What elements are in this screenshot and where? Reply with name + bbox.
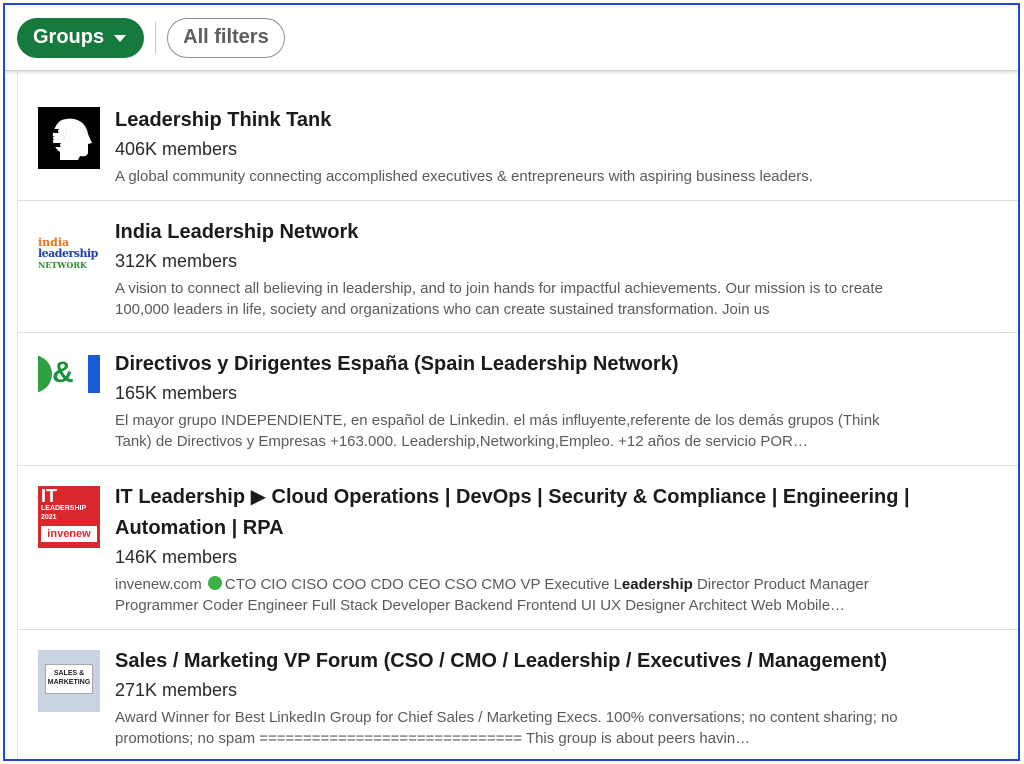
filter-divider <box>155 21 157 54</box>
member-count: 165K members <box>115 383 238 403</box>
logo-text-year: 2021 <box>41 514 57 521</box>
result-info: India Leadership Network 312K members A … <box>115 217 918 320</box>
description-highlight: eadership <box>621 576 693 593</box>
all-filters-button[interactable]: All filters <box>167 17 285 58</box>
group-description: Award Winner for Best LinkedIn Group for… <box>115 709 898 747</box>
list-item: Leadership Think Tank 406K members A glo… <box>18 72 1018 201</box>
logo-text-it: IT <box>41 486 57 506</box>
list-item: SALES & MARKETING Sales / Marketing VP F… <box>18 630 1018 759</box>
all-filters-label: All filters <box>183 26 269 48</box>
logo-blue-bar <box>88 355 100 393</box>
filter-bar: Groups All filters <box>5 5 1018 71</box>
group-description: A global community connecting accomplish… <box>115 168 813 185</box>
group-title[interactable]: Leadership Think Tank <box>115 105 918 136</box>
results-list: Leadership Think Tank 406K members A glo… <box>17 72 1018 759</box>
list-item: IT LEADERSHIP 2021 invenew IT Leadership… <box>18 466 1018 630</box>
logo-text-marketing: MARKETING <box>47 679 91 686</box>
member-count: 406K members <box>115 139 238 159</box>
logo-text-network: NETWORK <box>38 260 87 270</box>
logo-d-shape <box>38 355 52 393</box>
logo-text-sales: SALES & <box>53 670 85 677</box>
result-info: Sales / Marketing VP Forum (CSO / CMO / … <box>115 646 918 749</box>
list-item: india leadership NETWORK India Leadershi… <box>18 201 1018 333</box>
it-leadership-logo[interactable]: IT LEADERSHIP 2021 invenew <box>38 486 100 548</box>
group-title[interactable]: Sales / Marketing VP Forum (CSO / CMO / … <box>115 646 918 677</box>
logo-ampersand: & <box>52 356 74 389</box>
directivos-dirigentes-logo[interactable]: & <box>38 352 100 414</box>
member-count: 312K members <box>115 251 238 271</box>
caret-down-icon <box>114 35 127 42</box>
logo-card: SALES & MARKETING <box>45 664 93 694</box>
description-text: CTO CIO CISO COO CDO CEO CSO CMO VP Exec… <box>224 576 622 593</box>
logo-text-invenew: invenew <box>41 526 97 542</box>
group-title[interactable]: Directivos y Dirigentes España (Spain Le… <box>115 349 918 380</box>
groups-filter-label: Groups <box>33 26 105 48</box>
logo-text-leadership: leadership <box>38 247 98 260</box>
sales-marketing-logo[interactable]: SALES & MARKETING <box>38 650 100 712</box>
leadership-think-tank-logo[interactable] <box>38 107 100 169</box>
logo-text-leadership: LEADERSHIP <box>41 505 87 512</box>
result-info: Leadership Think Tank 406K members A glo… <box>115 105 918 187</box>
group-description: El mayor grupo INDEPENDIENTE, en español… <box>115 412 880 450</box>
group-description: invenew.com CTO CIO CISO COO CDO CEO CSO… <box>115 574 915 616</box>
groups-filter-button[interactable]: Groups <box>17 17 145 58</box>
group-title[interactable]: IT Leadership ▶ Cloud Operations | DevOp… <box>115 482 915 544</box>
india-leadership-network-logo[interactable]: india leadership NETWORK <box>38 230 100 292</box>
member-count: 146K members <box>115 547 238 567</box>
description-domain: invenew.com <box>115 576 202 593</box>
screenshot-frame: Groups All filters Leadership Think Tank… <box>3 3 1020 761</box>
green-circle-icon <box>207 576 222 590</box>
group-description: A vision to connect all believing in lea… <box>115 280 883 318</box>
member-count: 271K members <box>115 680 238 700</box>
list-item: & Directivos y Dirigentes España (Spain … <box>18 333 1018 466</box>
group-title[interactable]: India Leadership Network <box>115 217 918 248</box>
result-info: Directivos y Dirigentes España (Spain Le… <box>115 349 918 452</box>
result-info: IT Leadership ▶ Cloud Operations | DevOp… <box>115 482 918 616</box>
